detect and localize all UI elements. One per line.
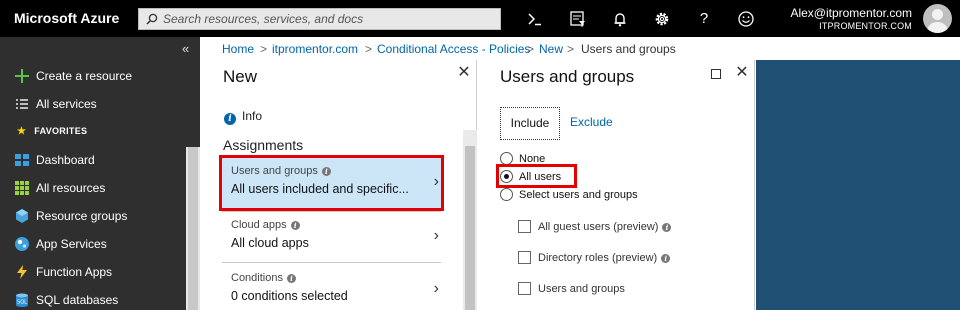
info-icon: i (224, 113, 236, 125)
nav-resource-groups[interactable]: Resource groups (0, 204, 186, 228)
maximize-icon[interactable] (711, 69, 721, 79)
collapse-nav-icon[interactable]: « (182, 41, 189, 56)
check-guest-users[interactable]: All guest users (preview) i (518, 220, 672, 233)
cloud-apps-item[interactable]: Cloud apps i All cloud apps › (222, 212, 441, 262)
blade-scrollbar[interactable] (463, 130, 477, 310)
all-resources-icon (15, 181, 29, 195)
breadcrumb-tenant[interactable]: itpromentor.com (272, 42, 358, 56)
avatar[interactable] (923, 4, 952, 33)
blade-scroll-thumb[interactable] (465, 146, 475, 310)
breadcrumb-ca-policies[interactable]: Conditional Access - Policies (377, 42, 530, 56)
chevron-right-icon: › (433, 280, 439, 297)
breadcrumb-current: Users and groups (581, 42, 676, 56)
annotation-highlight-box (219, 155, 444, 211)
breadcrumb-separator: > (365, 42, 373, 56)
tab-include[interactable]: Include (500, 107, 560, 140)
info-icon: i (662, 223, 672, 232)
checkbox[interactable] (518, 282, 531, 295)
nav-function-apps[interactable]: Function Apps (0, 260, 186, 284)
left-nav: « Create a resource All services ★ FAVORI… (0, 37, 200, 310)
item-value: 0 conditions selected (231, 289, 348, 303)
info-icon: i (661, 254, 671, 263)
annotation-highlight-box (496, 164, 577, 188)
breadcrumb-new[interactable]: New (539, 42, 563, 56)
checkbox[interactable] (518, 251, 531, 264)
favorites-header: ★ FAVORITES (17, 126, 88, 137)
divider (222, 262, 441, 263)
user-email[interactable]: Alex@itpromentor.com (790, 6, 912, 20)
top-bar: Microsoft Azure ? Alex@itpromentor.com I… (0, 0, 960, 37)
nav-dashboard[interactable]: Dashboard (0, 148, 186, 172)
item-value: All cloud apps (231, 236, 309, 250)
nav-label: Dashboard (36, 153, 95, 167)
nav-label: All services (36, 97, 97, 111)
close-icon[interactable]: ✕ (735, 65, 749, 81)
breadcrumb-separator: > (260, 42, 268, 56)
checkbox[interactable] (518, 220, 531, 233)
nav-app-services[interactable]: App Services (0, 232, 186, 256)
breadcrumb: Home > itpromentor.com > Conditional Acc… (200, 37, 960, 60)
nav-label: Resource groups (36, 209, 128, 223)
svg-text:SQL: SQL (17, 300, 27, 306)
close-icon[interactable]: ✕ (457, 65, 471, 81)
nav-all-resources[interactable]: All resources (0, 176, 186, 200)
nav-label: Create a resource (36, 69, 133, 83)
info-link[interactable]: i Info (224, 109, 262, 125)
cloud-shell-icon[interactable] (525, 9, 545, 29)
notifications-icon[interactable] (610, 9, 630, 29)
sql-databases-icon: SQL (16, 293, 28, 307)
users-and-groups-blade: Users and groups ✕ Include Exclude None … (478, 60, 755, 310)
list-icon (16, 99, 28, 109)
radio-button[interactable] (500, 188, 513, 201)
star-icon: ★ (17, 126, 27, 137)
nav-scroll-thumb[interactable] (188, 147, 198, 310)
brand-title[interactable]: Microsoft Azure (14, 10, 119, 26)
assignments-heading: Assignments (223, 137, 304, 153)
app-services-icon (15, 237, 29, 251)
item-title: Cloud apps i (231, 219, 300, 231)
nav-label: Function Apps (36, 265, 113, 279)
nav-create-resource[interactable]: Create a resource (0, 64, 186, 88)
dashboard-icon (15, 154, 29, 166)
nav-scrollbar[interactable] (186, 147, 200, 310)
check-directory-roles[interactable]: Directory roles (preview) i (518, 251, 671, 264)
nav-all-services[interactable]: All services (0, 92, 186, 116)
info-icon: i (286, 274, 296, 283)
info-icon: i (290, 221, 300, 230)
breadcrumb-home[interactable]: Home (222, 42, 254, 56)
radio-select-users-groups[interactable]: Select users and groups (500, 188, 638, 201)
blade-title: Users and groups (500, 67, 635, 86)
user-tenant: ITPROMENTOR.COM (819, 21, 912, 31)
conditions-item[interactable]: Conditions i 0 conditions selected › (222, 265, 441, 310)
breadcrumb-separator: > (527, 42, 535, 56)
directory-filter-icon[interactable] (568, 9, 588, 29)
resource-groups-icon (16, 209, 28, 223)
plus-icon (15, 69, 29, 83)
nav-sql-databases[interactable]: SQL SQL databases (0, 288, 186, 310)
check-users-and-groups[interactable]: Users and groups (518, 282, 625, 295)
tab-exclude[interactable]: Exclude (570, 107, 630, 140)
function-apps-icon (17, 265, 27, 279)
help-icon[interactable]: ? (694, 9, 714, 29)
item-title: Conditions i (231, 272, 296, 284)
blade-title: New (223, 67, 258, 86)
chevron-right-icon: › (433, 227, 439, 244)
breadcrumb-separator: > (567, 42, 575, 56)
nav-label: All resources (36, 181, 106, 195)
search-icon (146, 13, 158, 25)
search-input[interactable] (163, 11, 493, 27)
settings-icon[interactable] (652, 9, 672, 29)
nav-label: App Services (36, 237, 107, 251)
search-box[interactable] (138, 8, 501, 30)
nav-label: SQL databases (36, 293, 119, 307)
background-panel (756, 60, 960, 310)
feedback-icon[interactable] (736, 9, 756, 29)
